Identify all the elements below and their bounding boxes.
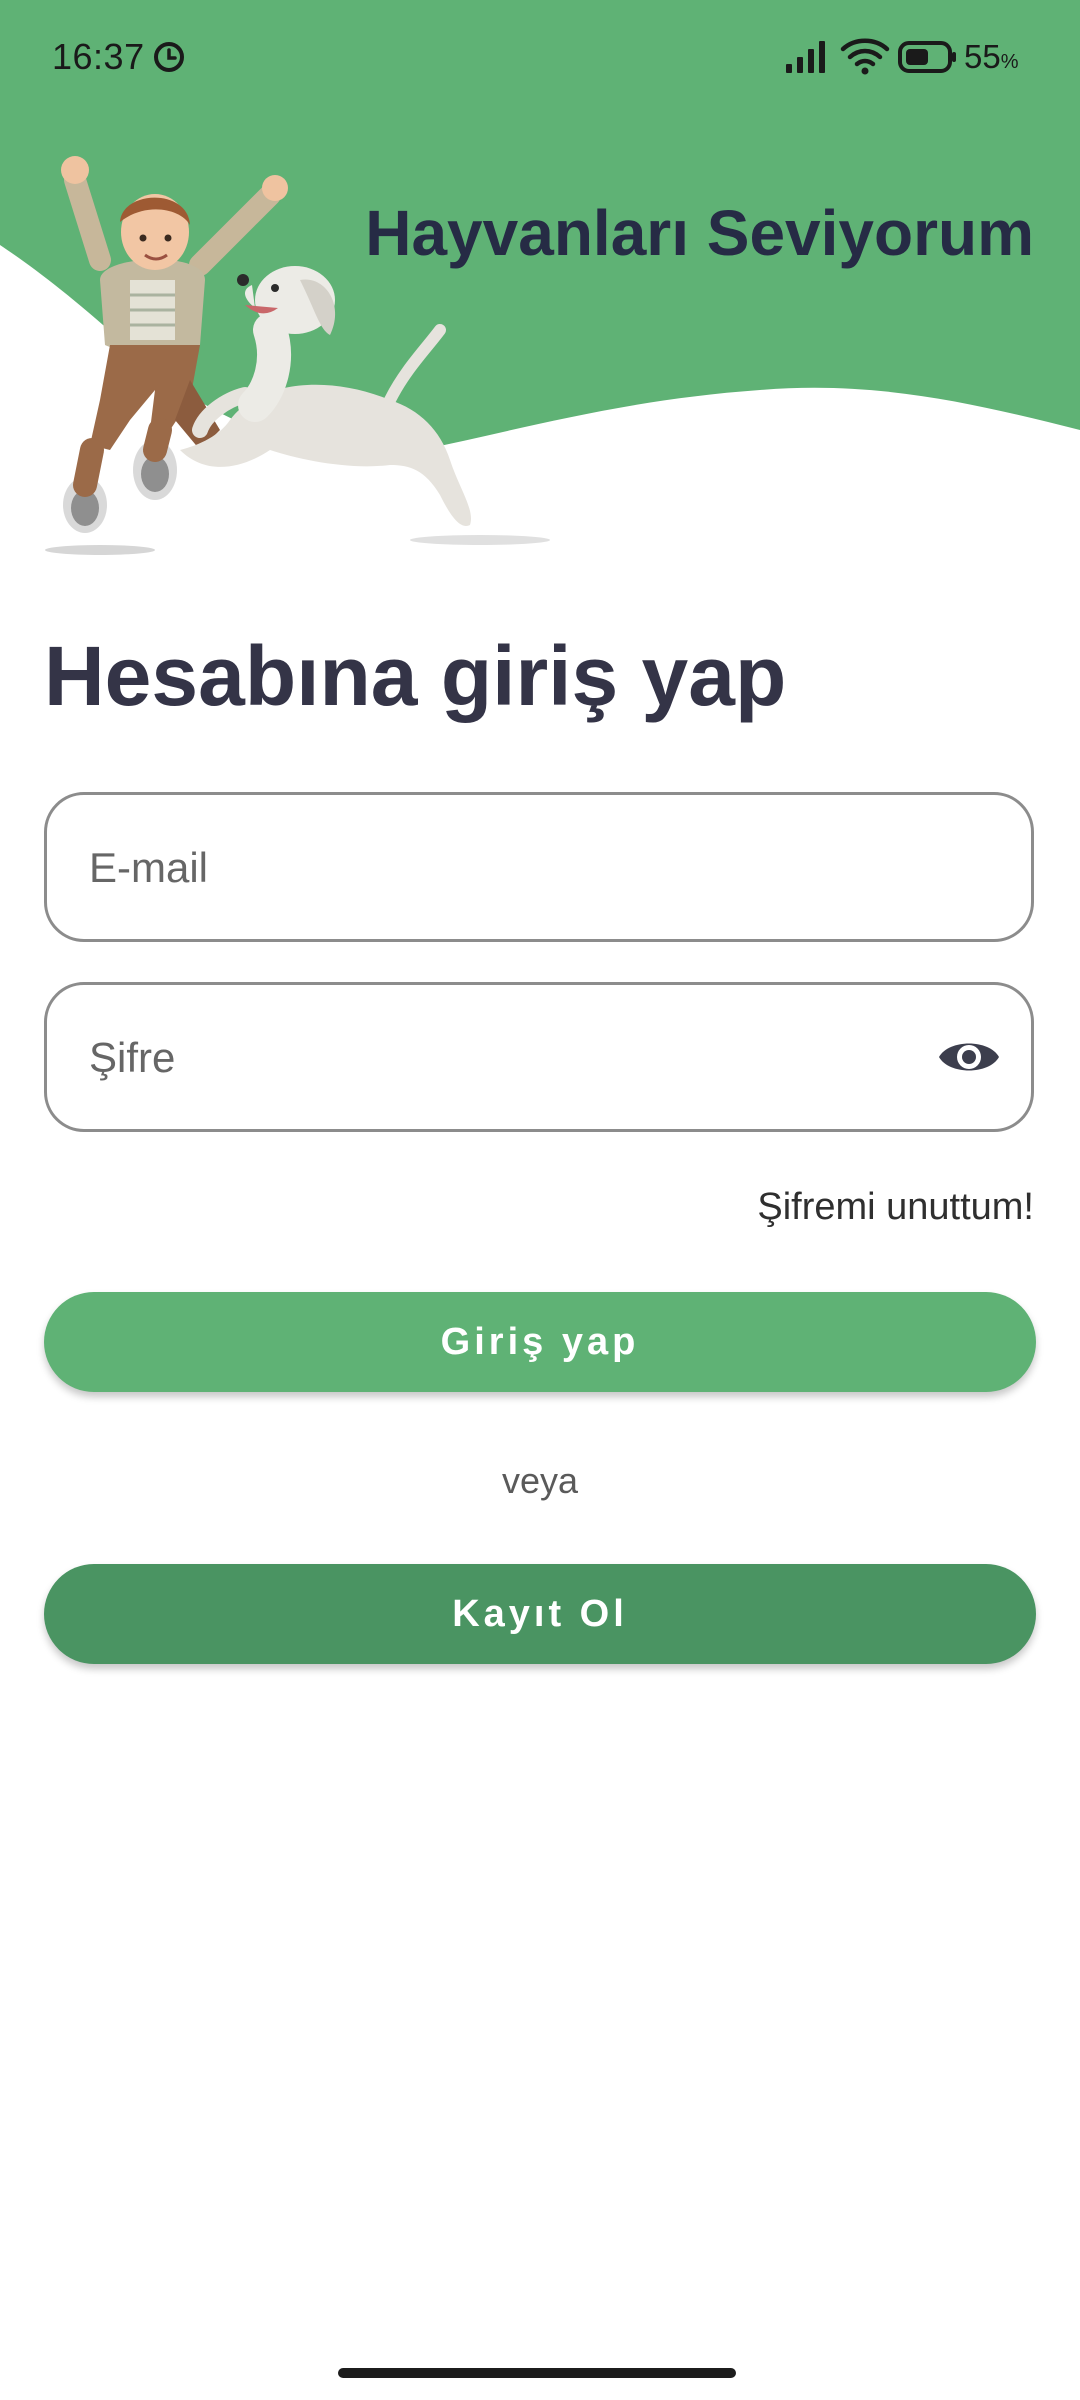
login-heading: Hesabına giriş yap [44, 629, 787, 723]
login-button[interactable]: Giriş yap [44, 1292, 1036, 1392]
wifi-icon [840, 38, 890, 75]
status-bar: 16:37 55% [0, 0, 1080, 116]
password-field[interactable] [44, 982, 1034, 1132]
eye-icon[interactable] [937, 1031, 1001, 1083]
home-indicator[interactable] [338, 2368, 736, 2378]
status-time: 16:37 [52, 36, 145, 77]
app-title: Hayvanları Seviyorum [365, 197, 1034, 269]
boy-and-dog-illustration [45, 156, 550, 555]
alarm-icon [154, 42, 184, 72]
battery-level: 55% [964, 38, 1019, 76]
signal-icon [786, 41, 825, 73]
password-input[interactable] [87, 985, 951, 1131]
login-button-label: Giriş yap [440, 1320, 640, 1363]
login-screen: 16:37 55% Hayvanları Seviyorum Hesabına … [0, 0, 1080, 2400]
signup-button[interactable]: Kayıt Ol [44, 1564, 1036, 1664]
battery-icon [898, 41, 956, 73]
forgot-password-link[interactable]: Şifremi unuttum! [757, 1186, 1034, 1229]
or-divider-text: veya [501, 1460, 579, 1501]
battery-percentage: 55 [964, 38, 1001, 75]
email-field[interactable] [44, 792, 1034, 942]
signup-button-label: Kayıt Ol [452, 1592, 628, 1635]
battery-unit: % [1000, 51, 1019, 73]
email-input[interactable] [87, 795, 951, 941]
